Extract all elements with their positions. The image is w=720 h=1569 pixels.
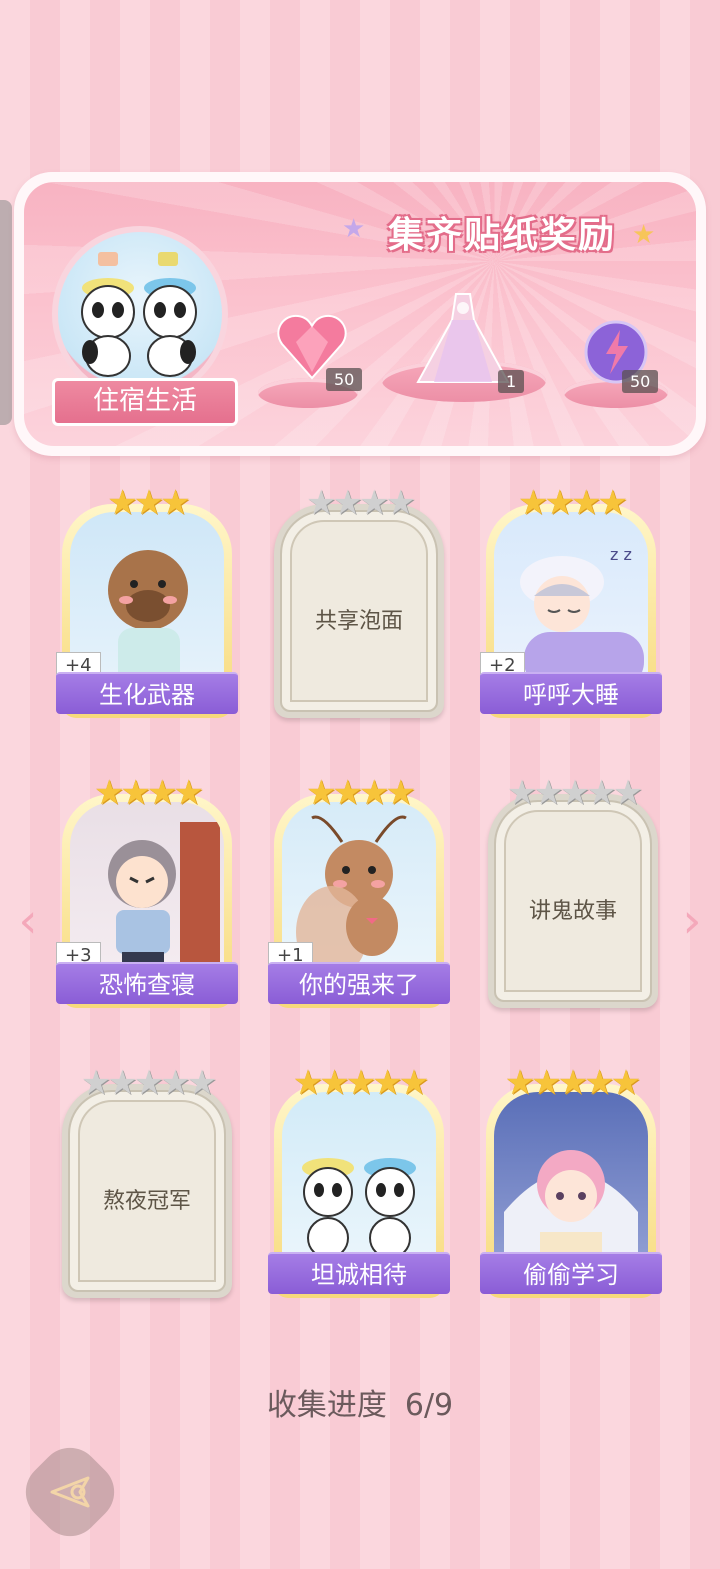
side-edge-tab[interactable]	[0, 200, 12, 425]
card-placeholder: 讲鬼故事	[494, 800, 652, 1002]
chevron-left-icon[interactable]: ‹	[8, 895, 48, 947]
sticker-card[interactable]: z z ★★★★ +2 呼呼大睡	[480, 483, 662, 718]
reward-count: 50	[326, 368, 363, 391]
star-rating: ★★★★	[94, 773, 204, 813]
card-name-label: 坦诚相待	[268, 1252, 450, 1294]
back-icon	[50, 1476, 90, 1508]
sticker-card[interactable]: ★★★★★ 坦诚相待	[268, 1063, 450, 1298]
heart-gem-reward[interactable]: 50	[276, 312, 363, 391]
card-name-label: 讲鬼故事	[528, 899, 617, 925]
card-name-label: 你的强来了	[268, 962, 450, 1004]
reward-banner-inner: ★ ★ 集齐贴纸奖励 住宿生活 50 1 50	[24, 182, 696, 446]
card-name-label: 恐怖查寝	[56, 962, 238, 1004]
card-frame: 熬夜冠军	[62, 1084, 232, 1298]
sticker-card[interactable]: ★★★★★ 偷偷学习	[480, 1063, 662, 1298]
sticker-card-locked[interactable]: 熬夜冠军 ★★★★★	[62, 1066, 232, 1298]
card-name-label: 共享泡面	[314, 609, 403, 635]
card-name-label: 偷偷学习	[480, 1252, 662, 1294]
card-name-label: 呼呼大睡	[480, 672, 662, 714]
card-name-label: 生化武器	[56, 672, 238, 714]
reward-count: 1	[498, 370, 525, 393]
sticker-card-locked[interactable]: 讲鬼故事 ★★★★★	[488, 776, 658, 1008]
dress-reward[interactable]: 1	[408, 290, 525, 394]
svg-text:z z: z z	[610, 545, 632, 564]
star-deco-icon: ★	[342, 214, 366, 244]
album-cover-avatar	[52, 226, 228, 402]
sticker-card-locked[interactable]: 共享泡面 ★★★★	[274, 486, 444, 718]
card-name-label: 熬夜冠军	[102, 1189, 191, 1215]
progress-count: 6/9	[404, 1388, 454, 1423]
progress-label: 收集进度	[266, 1388, 387, 1423]
star-rating: ★★★★★	[506, 773, 643, 813]
star-rating: ★★★	[107, 483, 191, 523]
reward-banner: ★ ★ 集齐贴纸奖励 住宿生活 50 1 50	[14, 172, 706, 456]
album-name-label: 住宿生活	[52, 378, 238, 426]
star-rating: ★★★★★	[80, 1063, 217, 1103]
chevron-right-icon[interactable]: ›	[672, 895, 712, 947]
sticker-card[interactable]: ★★★★ +1 你的强来了	[268, 773, 450, 1008]
star-rating: ★★★★	[306, 773, 416, 813]
sticker-card[interactable]: ★★★★ +3 恐怖查寝	[56, 773, 238, 1008]
star-rating: ★★★★★	[292, 1063, 429, 1103]
back-button[interactable]	[13, 1435, 127, 1549]
banner-title: 集齐贴纸奖励	[387, 215, 616, 256]
panda-pair-icon	[81, 252, 197, 377]
card-frame: 共享泡面	[274, 504, 444, 718]
collection-progress: 收集进度 6/9	[0, 1380, 720, 1424]
star-rating: ★★★★★	[504, 1063, 641, 1103]
card-placeholder: 共享泡面	[280, 510, 438, 712]
sticker-card[interactable]: ★★★ +4 生化武器	[56, 483, 238, 718]
star-rating: ★★★★	[518, 483, 628, 523]
reward-count: 50	[622, 370, 659, 393]
star-rating: ★★★★	[306, 483, 416, 523]
card-placeholder: 熬夜冠军	[68, 1090, 226, 1292]
lightning-orb-reward[interactable]: 50	[582, 318, 659, 393]
card-frame: 讲鬼故事	[488, 794, 658, 1008]
star-deco-icon: ★	[632, 220, 656, 250]
